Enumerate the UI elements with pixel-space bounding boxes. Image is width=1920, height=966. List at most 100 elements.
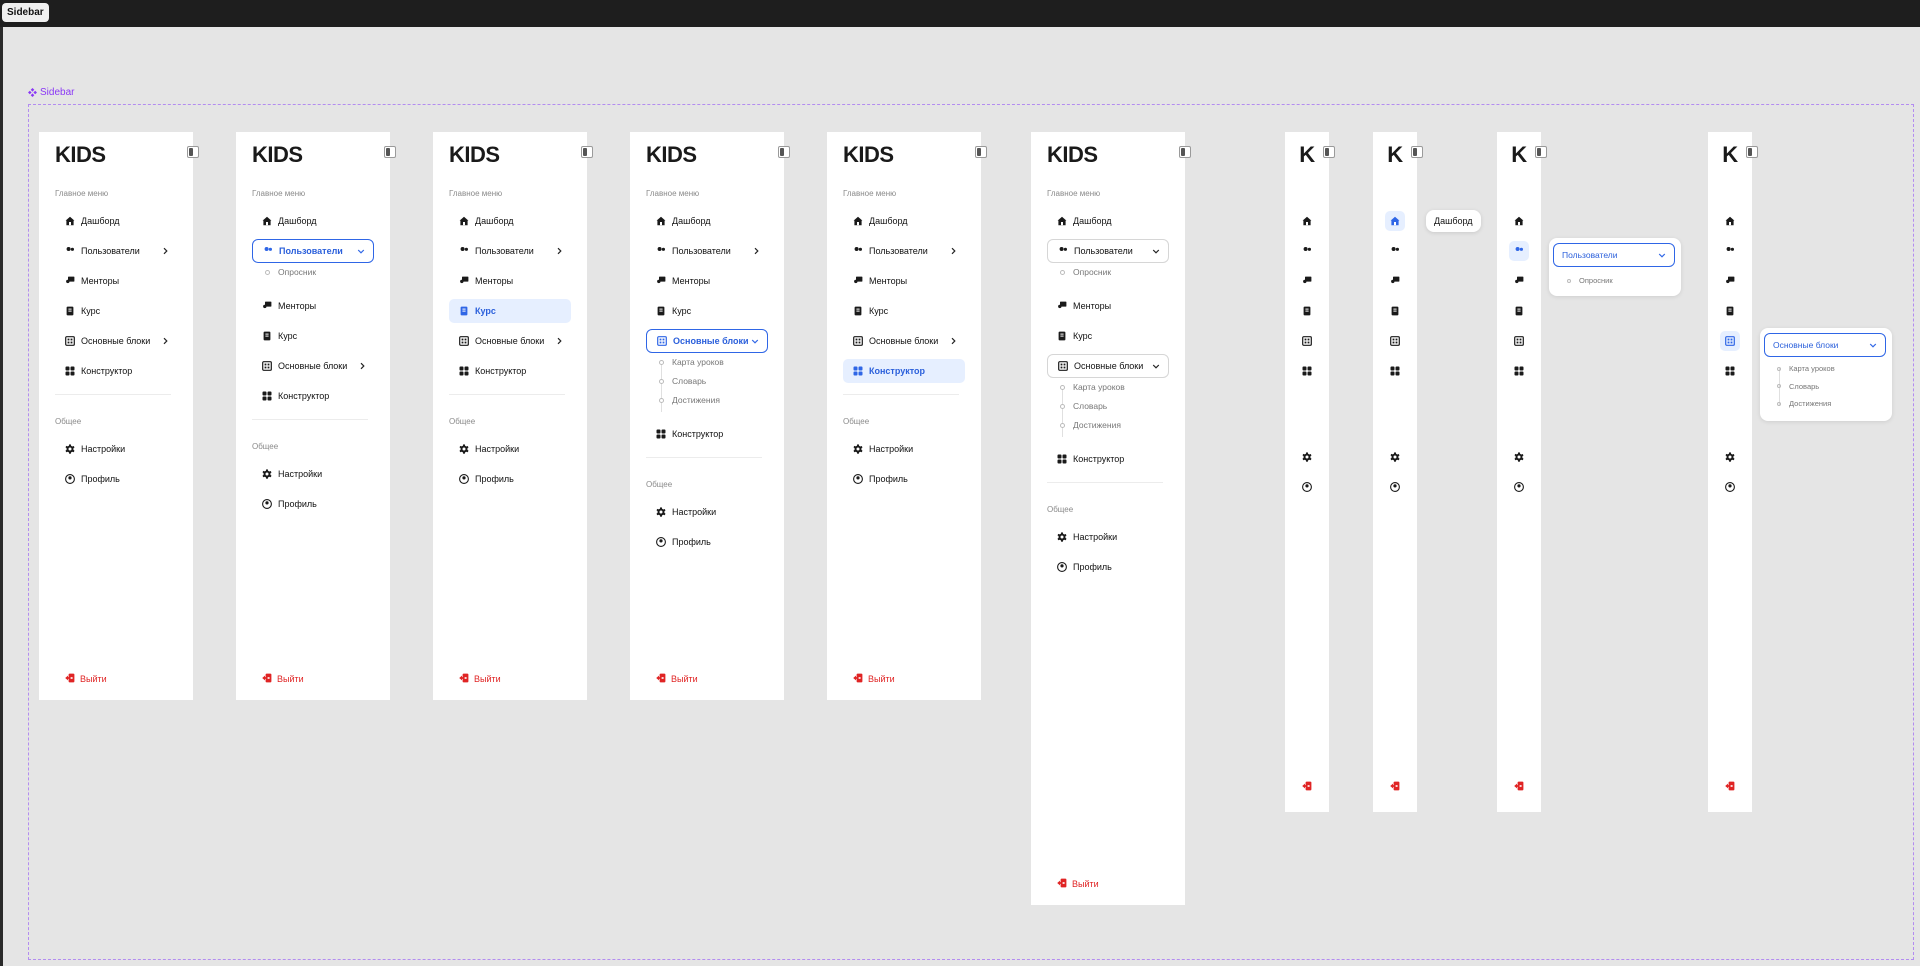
flyout-item-users[interactable]: Пользователи — [1553, 243, 1675, 267]
sidebar-item-blocks[interactable]: Основные блоки — [449, 329, 571, 353]
sidebar-item-profile[interactable]: Профиль — [252, 492, 374, 516]
sidebar-item-profile[interactable] — [1297, 477, 1317, 497]
sidebar-item-dashboard[interactable] — [1297, 211, 1317, 231]
sidebar-item-settings[interactable]: Настройки — [55, 437, 177, 461]
submenu-item[interactable]: Словарь — [1060, 401, 1107, 411]
sidebar-item-constructor[interactable]: Конструктор — [449, 359, 571, 383]
sidebar-item-mentors[interactable]: Менторы — [252, 294, 374, 318]
sidebar-item-dashboard[interactable] — [1509, 211, 1529, 231]
sidebar-item-profile[interactable]: Профиль — [1047, 555, 1169, 579]
submenu-item[interactable]: Словарь — [659, 376, 706, 386]
sidebar-item-users[interactable] — [1385, 241, 1405, 261]
sidebar-item-users[interactable] — [1297, 241, 1317, 261]
sidebar-item-course[interactable]: Курс — [1047, 324, 1169, 348]
submenu-item[interactable]: Словарь — [1777, 382, 1819, 391]
logout-button[interactable]: Выйти — [65, 673, 107, 685]
sidebar-item-mentors[interactable]: Менторы — [843, 269, 965, 293]
sidebar-item-settings[interactable]: Настройки — [1047, 525, 1169, 549]
sidebar-item-users[interactable] — [1720, 241, 1740, 261]
sidebar-item-course[interactable] — [1385, 301, 1405, 321]
sidebar-item-constructor[interactable] — [1385, 361, 1405, 381]
sidebar-item-settings[interactable] — [1720, 447, 1740, 467]
frame-label[interactable]: Sidebar — [28, 87, 74, 98]
sidebar-item-profile[interactable] — [1509, 477, 1529, 497]
logout-button[interactable] — [1720, 776, 1740, 796]
sidebar-item-users[interactable]: Пользователи — [252, 239, 374, 263]
collapse-icon[interactable] — [581, 146, 593, 158]
sidebar-item-blocks[interactable] — [1509, 331, 1529, 351]
sidebar-item-constructor[interactable] — [1509, 361, 1529, 381]
sidebar-item-profile[interactable]: Профиль — [449, 467, 571, 491]
submenu-item[interactable]: Опросник — [265, 267, 316, 277]
sidebar-item-course[interactable]: Курс — [252, 324, 374, 348]
sidebar-item-course[interactable]: Курс — [55, 299, 177, 323]
sidebar-item-constructor[interactable] — [1297, 361, 1317, 381]
sidebar-item-dashboard[interactable] — [1720, 211, 1740, 231]
submenu-item[interactable]: Карта уроков — [1777, 364, 1835, 373]
logout-button[interactable] — [1509, 776, 1529, 796]
tab-sidebar[interactable]: Sidebar — [2, 3, 49, 22]
logout-button[interactable]: Выйти — [1057, 878, 1099, 890]
sidebar-item-course[interactable]: Курс — [646, 299, 768, 323]
sidebar-item-blocks[interactable]: Основные блоки — [55, 329, 177, 353]
sidebar-item-constructor[interactable]: Конструктор — [252, 384, 374, 408]
collapse-icon[interactable] — [1535, 146, 1547, 158]
sidebar-item-settings[interactable]: Настройки — [449, 437, 571, 461]
submenu-item[interactable]: Достижения — [659, 395, 720, 405]
sidebar-item-settings[interactable]: Настройки — [646, 500, 768, 524]
collapse-icon[interactable] — [1323, 146, 1335, 158]
sidebar-item-constructor[interactable]: Конструктор — [1047, 447, 1169, 471]
sidebar-item-mentors[interactable] — [1720, 271, 1740, 291]
sidebar-item-settings[interactable] — [1509, 447, 1529, 467]
sidebar-item-dashboard[interactable]: Дашборд — [449, 209, 571, 233]
sidebar-item-settings[interactable]: Настройки — [252, 462, 374, 486]
sidebar-item-course[interactable] — [1720, 301, 1740, 321]
sidebar-item-settings[interactable] — [1297, 447, 1317, 467]
submenu-item[interactable]: Опросник — [1567, 276, 1613, 285]
sidebar-item-profile[interactable]: Профиль — [843, 467, 965, 491]
collapse-icon[interactable] — [1411, 146, 1423, 158]
sidebar-item-mentors[interactable] — [1385, 271, 1405, 291]
sidebar-item-profile[interactable] — [1720, 477, 1740, 497]
sidebar-item-blocks[interactable]: Основные блоки — [646, 329, 768, 353]
logout-button[interactable] — [1297, 776, 1317, 796]
sidebar-item-constructor[interactable] — [1720, 361, 1740, 381]
logout-button[interactable]: Выйти — [262, 673, 304, 685]
collapse-icon[interactable] — [187, 146, 199, 158]
sidebar-item-profile[interactable]: Профиль — [55, 467, 177, 491]
sidebar-item-constructor[interactable]: Конструктор — [646, 422, 768, 446]
submenu-item[interactable]: Карта уроков — [659, 357, 724, 367]
submenu-item[interactable]: Карта уроков — [1060, 382, 1125, 392]
logout-button[interactable] — [1385, 776, 1405, 796]
sidebar-item-course[interactable]: Курс — [449, 299, 571, 323]
sidebar-item-users[interactable] — [1509, 241, 1529, 261]
sidebar-item-course[interactable] — [1297, 301, 1317, 321]
sidebar-item-blocks[interactable] — [1720, 331, 1740, 351]
sidebar-item-blocks[interactable]: Основные блоки — [843, 329, 965, 353]
sidebar-item-users[interactable]: Пользователи — [449, 239, 571, 263]
sidebar-item-settings[interactable] — [1385, 447, 1405, 467]
sidebar-item-blocks[interactable]: Основные блоки — [252, 354, 374, 378]
collapse-icon[interactable] — [1179, 146, 1191, 158]
sidebar-item-course[interactable]: Курс — [843, 299, 965, 323]
sidebar-item-users[interactable]: Пользователи — [1047, 239, 1169, 263]
submenu-item[interactable]: Достижения — [1060, 420, 1121, 430]
sidebar-item-mentors[interactable]: Менторы — [646, 269, 768, 293]
sidebar-item-mentors[interactable]: Менторы — [55, 269, 177, 293]
sidebar-item-users[interactable]: Пользователи — [646, 239, 768, 263]
sidebar-item-dashboard[interactable]: Дашборд — [55, 209, 177, 233]
collapse-icon[interactable] — [975, 146, 987, 158]
sidebar-item-profile[interactable]: Профиль — [646, 530, 768, 554]
sidebar-item-profile[interactable] — [1385, 477, 1405, 497]
sidebar-item-dashboard[interactable]: Дашборд — [252, 209, 374, 233]
sidebar-item-dashboard[interactable]: Дашборд — [843, 209, 965, 233]
sidebar-item-blocks[interactable]: Основные блоки — [1047, 354, 1169, 378]
sidebar-item-mentors[interactable]: Менторы — [1047, 294, 1169, 318]
logout-button[interactable]: Выйти — [853, 673, 895, 685]
sidebar-item-mentors[interactable] — [1297, 271, 1317, 291]
sidebar-item-mentors[interactable] — [1509, 271, 1529, 291]
sidebar-item-dashboard[interactable] — [1385, 211, 1405, 231]
collapse-icon[interactable] — [1746, 146, 1758, 158]
submenu-item[interactable]: Достижения — [1777, 399, 1831, 408]
collapse-icon[interactable] — [778, 146, 790, 158]
